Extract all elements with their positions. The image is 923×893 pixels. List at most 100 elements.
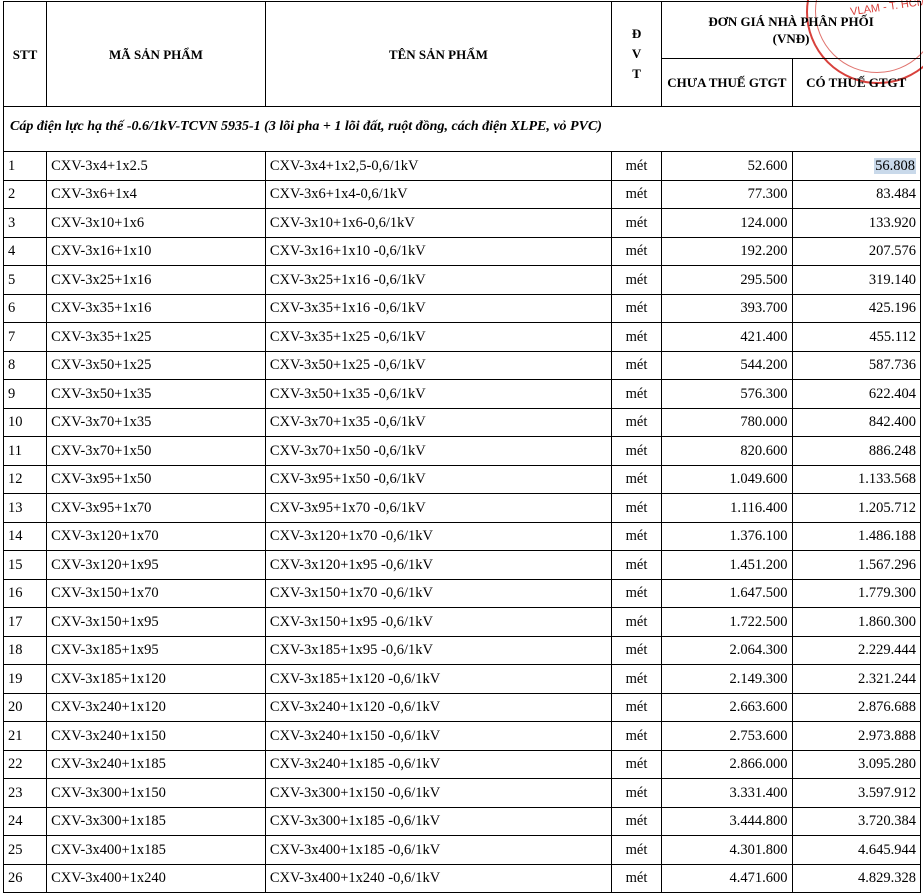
cell-product-name[interactable]: CXV-3x150+1x70 -0,6/1kV bbox=[264, 578, 612, 608]
cell-stt[interactable]: 2 bbox=[2, 179, 48, 209]
cell-product-name[interactable]: CXV-3x150+1x95 -0,6/1kV bbox=[264, 607, 612, 637]
cell-price-before-tax[interactable]: 4.301.800 bbox=[661, 835, 793, 865]
cell-unit[interactable]: mét bbox=[610, 236, 663, 266]
cell-stt[interactable]: 7 bbox=[2, 322, 48, 352]
cell-product-code[interactable]: CXV-3x35+1x16 bbox=[46, 293, 266, 323]
cell-unit[interactable]: mét bbox=[610, 407, 663, 437]
cell-price-before-tax[interactable]: 393.700 bbox=[661, 293, 793, 323]
cell-stt[interactable]: 1 bbox=[2, 151, 48, 181]
cell-price-before-tax[interactable]: 1.647.500 bbox=[661, 578, 793, 608]
cell-product-code[interactable]: CXV-3x150+1x95 bbox=[46, 607, 266, 637]
cell-stt[interactable]: 19 bbox=[2, 664, 48, 694]
cell-product-name[interactable]: CXV-3x50+1x25 -0,6/1kV bbox=[264, 350, 612, 380]
cell-stt[interactable]: 24 bbox=[2, 806, 48, 836]
cell-product-name[interactable]: CXV-3x10+1x6-0,6/1kV bbox=[264, 208, 612, 238]
cell-unit[interactable]: mét bbox=[610, 521, 663, 551]
cell-price-after-tax[interactable]: 56.808 bbox=[791, 151, 922, 181]
cell-product-name[interactable]: CXV-3x70+1x35 -0,6/1kV bbox=[264, 407, 612, 437]
cell-product-name[interactable]: CXV-3x4+1x2,5-0,6/1kV bbox=[264, 151, 612, 181]
cell-unit[interactable]: mét bbox=[610, 607, 663, 637]
cell-price-after-tax[interactable]: 1.779.300 bbox=[791, 578, 922, 608]
cell-price-before-tax[interactable]: 192.200 bbox=[661, 236, 793, 266]
cell-price-after-tax[interactable]: 3.720.384 bbox=[791, 806, 922, 836]
cell-product-code[interactable]: CXV-3x16+1x10 bbox=[46, 236, 266, 266]
cell-stt[interactable]: 8 bbox=[2, 350, 48, 380]
cell-product-name[interactable]: CXV-3x300+1x185 -0,6/1kV bbox=[264, 806, 612, 836]
cell-price-before-tax[interactable]: 2.149.300 bbox=[661, 664, 793, 694]
cell-unit[interactable]: mét bbox=[610, 322, 663, 352]
cell-product-code[interactable]: CXV-3x50+1x35 bbox=[46, 379, 266, 409]
cell-unit[interactable]: mét bbox=[610, 635, 663, 665]
cell-stt[interactable]: 13 bbox=[2, 493, 48, 523]
cell-product-code[interactable]: CXV-3x240+1x120 bbox=[46, 692, 266, 722]
cell-product-name[interactable]: CXV-3x240+1x185 -0,6/1kV bbox=[264, 749, 612, 779]
cell-price-before-tax[interactable]: 2.663.600 bbox=[661, 692, 793, 722]
cell-unit[interactable]: mét bbox=[610, 578, 663, 608]
cell-product-name[interactable]: CXV-3x70+1x50 -0,6/1kV bbox=[264, 436, 612, 466]
cell-unit[interactable]: mét bbox=[610, 293, 663, 323]
cell-stt[interactable]: 21 bbox=[2, 721, 48, 751]
cell-stt[interactable]: 26 bbox=[2, 863, 48, 893]
cell-price-before-tax[interactable]: 576.300 bbox=[661, 379, 793, 409]
cell-stt[interactable]: 20 bbox=[2, 692, 48, 722]
cell-product-code[interactable]: CXV-3x240+1x185 bbox=[46, 749, 266, 779]
cell-stt[interactable]: 12 bbox=[2, 464, 48, 494]
cell-product-code[interactable]: CXV-3x150+1x70 bbox=[46, 578, 266, 608]
cell-product-name[interactable]: CXV-3x300+1x150 -0,6/1kV bbox=[264, 778, 612, 808]
cell-product-name[interactable]: CXV-3x50+1x35 -0,6/1kV bbox=[264, 379, 612, 409]
cell-price-after-tax[interactable]: 2.229.444 bbox=[791, 635, 922, 665]
cell-product-code[interactable]: CXV-3x400+1x185 bbox=[46, 835, 266, 865]
cell-product-name[interactable]: CXV-3x185+1x120 -0,6/1kV bbox=[264, 664, 612, 694]
cell-stt[interactable]: 6 bbox=[2, 293, 48, 323]
cell-stt[interactable]: 10 bbox=[2, 407, 48, 437]
cell-stt[interactable]: 25 bbox=[2, 835, 48, 865]
cell-price-before-tax[interactable]: 1.116.400 bbox=[661, 493, 793, 523]
cell-price-after-tax[interactable]: 1.860.300 bbox=[791, 607, 922, 637]
cell-product-name[interactable]: CXV-3x95+1x50 -0,6/1kV bbox=[264, 464, 612, 494]
cell-price-after-tax[interactable]: 425.196 bbox=[791, 293, 922, 323]
cell-price-before-tax[interactable]: 780.000 bbox=[661, 407, 793, 437]
cell-price-before-tax[interactable]: 52.600 bbox=[661, 151, 793, 181]
cell-unit[interactable]: mét bbox=[610, 749, 663, 779]
cell-product-name[interactable]: CXV-3x25+1x16 -0,6/1kV bbox=[264, 265, 612, 295]
cell-price-after-tax[interactable]: 83.484 bbox=[791, 179, 922, 209]
cell-product-code[interactable]: CXV-3x300+1x185 bbox=[46, 806, 266, 836]
cell-price-before-tax[interactable]: 2.866.000 bbox=[661, 749, 793, 779]
cell-stt[interactable]: 3 bbox=[2, 208, 48, 238]
cell-unit[interactable]: mét bbox=[610, 550, 663, 580]
cell-unit[interactable]: mét bbox=[610, 350, 663, 380]
cell-unit[interactable]: mét bbox=[610, 265, 663, 295]
cell-price-after-tax[interactable]: 1.486.188 bbox=[791, 521, 922, 551]
cell-price-before-tax[interactable]: 1.049.600 bbox=[661, 464, 793, 494]
cell-unit[interactable]: mét bbox=[610, 863, 663, 893]
cell-stt[interactable]: 9 bbox=[2, 379, 48, 409]
cell-unit[interactable]: mét bbox=[610, 721, 663, 751]
cell-stt[interactable]: 11 bbox=[2, 436, 48, 466]
cell-price-after-tax[interactable]: 319.140 bbox=[791, 265, 922, 295]
cell-stt[interactable]: 14 bbox=[2, 521, 48, 551]
cell-stt[interactable]: 15 bbox=[2, 550, 48, 580]
cell-price-before-tax[interactable]: 1.451.200 bbox=[661, 550, 793, 580]
cell-stt[interactable]: 5 bbox=[2, 265, 48, 295]
cell-stt[interactable]: 16 bbox=[2, 578, 48, 608]
cell-price-after-tax[interactable]: 1.567.296 bbox=[791, 550, 922, 580]
cell-unit[interactable]: mét bbox=[610, 493, 663, 523]
cell-product-name[interactable]: CXV-3x240+1x150 -0,6/1kV bbox=[264, 721, 612, 751]
cell-price-after-tax[interactable]: 133.920 bbox=[791, 208, 922, 238]
cell-product-name[interactable]: CXV-3x400+1x185 -0,6/1kV bbox=[264, 835, 612, 865]
cell-price-after-tax[interactable]: 4.829.328 bbox=[791, 863, 922, 893]
cell-price-before-tax[interactable]: 544.200 bbox=[661, 350, 793, 380]
cell-price-after-tax[interactable]: 842.400 bbox=[791, 407, 922, 437]
cell-price-before-tax[interactable]: 421.400 bbox=[661, 322, 793, 352]
cell-price-before-tax[interactable]: 3.331.400 bbox=[661, 778, 793, 808]
cell-stt[interactable]: 22 bbox=[2, 749, 48, 779]
cell-product-name[interactable]: CXV-3x240+1x120 -0,6/1kV bbox=[264, 692, 612, 722]
cell-price-after-tax[interactable]: 455.112 bbox=[791, 322, 922, 352]
cell-price-after-tax[interactable]: 2.321.244 bbox=[791, 664, 922, 694]
cell-price-before-tax[interactable]: 820.600 bbox=[661, 436, 793, 466]
cell-price-after-tax[interactable]: 622.404 bbox=[791, 379, 922, 409]
cell-product-name[interactable]: CXV-3x185+1x95 -0,6/1kV bbox=[264, 635, 612, 665]
cell-stt[interactable]: 23 bbox=[2, 778, 48, 808]
cell-price-after-tax[interactable]: 1.205.712 bbox=[791, 493, 922, 523]
cell-product-name[interactable]: CXV-3x35+1x16 -0,6/1kV bbox=[264, 293, 612, 323]
